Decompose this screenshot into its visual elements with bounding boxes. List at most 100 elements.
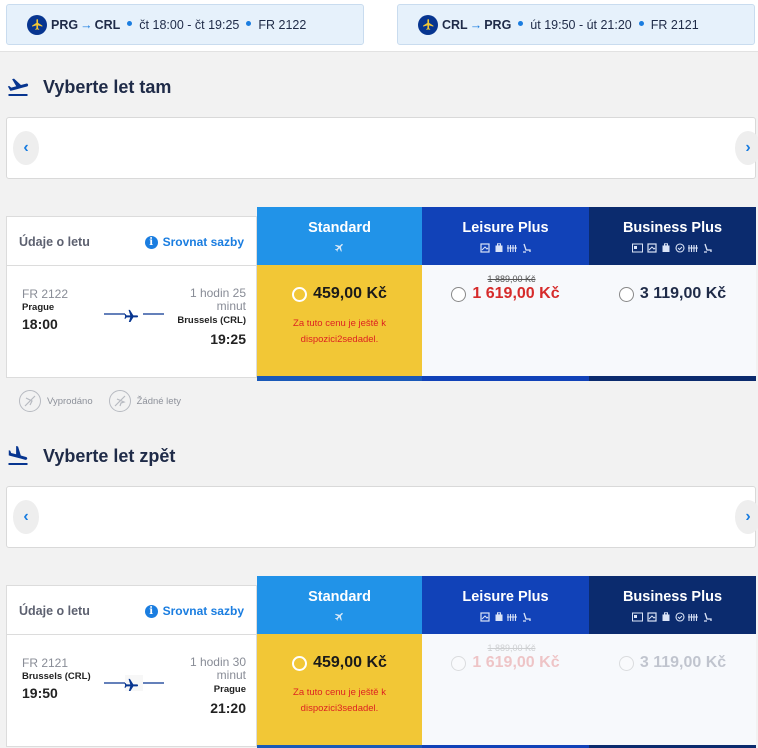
seat-selection-icon (646, 242, 657, 253)
outbound-summary-pill[interactable]: PRG → CRL čt 18:00 - čt 19:25 FR 2122 (6, 4, 364, 45)
destination-city: Prague (213, 684, 246, 695)
fare-standard[interactable]: Standard 459,00 Kč Za tuto cenu je ještě… (257, 576, 422, 748)
outbound-section-title: Vyberte let tam (6, 75, 171, 99)
fare-header: Leisure Plus (422, 207, 589, 265)
fare-name: Standard (308, 589, 371, 605)
departure-time: 18:00 (22, 316, 58, 332)
info-icon: i (144, 235, 158, 249)
flight-summary-bar: PRG → CRL čt 18:00 - čt 19:25 FR 2122 CRL →… (0, 0, 758, 52)
arrival-time: 21:20 (210, 700, 246, 716)
plane-icon (334, 242, 345, 253)
fare-business-plus[interactable]: Business Plus 3 119,00 Kč (589, 576, 756, 748)
fare-cell[interactable]: 3 119,00 Kč (589, 634, 756, 748)
fare-header: Standard (257, 576, 422, 634)
flight-number: FR 2122 (258, 17, 307, 32)
fare-leisure-plus[interactable]: Leisure Plus 1 889,00 Kč 1 619,00 Kč (422, 207, 589, 381)
fare-business-plus[interactable]: Business Plus 3 119,00 Kč (589, 207, 756, 381)
fare-radio[interactable] (618, 286, 634, 302)
origin-city: Brussels (CRL) (22, 671, 91, 682)
fare-name: Standard (308, 220, 371, 236)
fare-radio[interactable] (618, 655, 634, 671)
compare-fares-label: Srovnat sazby (162, 235, 244, 249)
fare-name: Business Plus (622, 589, 723, 605)
fare-price: 459,00 Kč (313, 654, 387, 671)
fare-price: 3 119,00 Kč (639, 285, 727, 302)
carousel-prev-button[interactable]: ‹ (13, 500, 39, 534)
fare-cell[interactable]: 1 889,00 Kč 1 619,00 Kč (422, 634, 589, 748)
checked-bag-icon (507, 242, 518, 253)
seat-selection-icon (479, 242, 490, 253)
fare-header: Standard (257, 207, 422, 265)
fare-standard[interactable]: Standard 459,00 Kč Za tuto cenu je ještě… (257, 207, 422, 381)
fare-cell[interactable]: 459,00 Kč Za tuto cenu je ještě k dispoz… (257, 265, 422, 381)
flight-number: FR 2121 (22, 656, 69, 670)
fare-name: Leisure Plus (462, 589, 549, 605)
destination-city: Brussels (CRL) (177, 315, 246, 326)
cabin-bag-icon (493, 242, 504, 253)
compare-fares-label: Srovnat sazby (162, 604, 244, 618)
fare-cell[interactable]: 3 119,00 Kč (589, 265, 756, 381)
flight-route-icon (104, 306, 164, 322)
no-flights-icon (108, 390, 131, 412)
flight-times: čt 18:00 - čt 19:25 (139, 17, 240, 32)
fare-radio[interactable] (451, 655, 467, 671)
fare-radio[interactable] (292, 655, 308, 671)
fare-price: 1 619,00 Kč (472, 285, 560, 302)
reserved-seat-icon (702, 242, 713, 253)
return-fare-table: Údaje o letu i Srovnat sazby FR 2121 Bru… (6, 576, 756, 748)
sold-out-icon (19, 390, 41, 412)
legend-sold-out: Vyprodáno (47, 395, 93, 407)
fare-name: Business Plus (622, 220, 723, 236)
compare-fares-link[interactable]: i Srovnat sazby (144, 235, 244, 249)
origin-code: CRL (442, 17, 468, 32)
flexible-ticket-icon (674, 242, 685, 253)
seat-selection-icon (646, 611, 657, 622)
departing-plane-icon (7, 78, 29, 96)
cabin-bag-icon (660, 611, 671, 622)
arrow-right-icon: → (80, 17, 93, 32)
carousel-next-button[interactable]: › (735, 131, 758, 165)
separator-dot (127, 21, 133, 26)
fare-radio[interactable] (292, 286, 308, 302)
return-date-carousel: ‹ › (6, 486, 758, 548)
arrow-right-icon: → (469, 17, 483, 32)
checked-bag-icon (507, 611, 518, 622)
fast-track-icon (632, 242, 643, 253)
original-price: 1 889,00 Kč (487, 274, 536, 284)
fast-track-icon (632, 611, 643, 622)
reserved-seat-icon (521, 242, 532, 253)
plane-icon (27, 14, 47, 35)
arriving-plane-icon (8, 446, 28, 465)
fare-cell[interactable]: 459,00 Kč Za tuto cenu je ještě k dispoz… (257, 634, 422, 748)
fare-header: Business Plus (589, 576, 756, 634)
info-icon: i (144, 604, 158, 618)
fare-header: Business Plus (589, 207, 756, 265)
separator-dot (518, 21, 524, 26)
return-summary-pill[interactable]: CRL → PRG út 19:50 - út 21:20 FR 2121 (397, 4, 755, 45)
legend-no-flights: Žádné lety (136, 395, 181, 407)
original-price: 1 889,00 Kč (487, 643, 536, 653)
carousel-next-button[interactable]: › (735, 500, 758, 534)
separator-dot (246, 21, 252, 26)
departure-time: 19:50 (22, 685, 58, 701)
seats-left-note: Za tuto cenu je ještě k dispozici2sedade… (293, 318, 386, 345)
cabin-bag-icon (493, 611, 504, 622)
fare-price: 459,00 Kč (313, 285, 387, 302)
outbound-fare-table: Údaje o letu i Srovnat sazby FR 2122 Pra… (6, 207, 756, 381)
reserved-seat-icon (702, 611, 713, 622)
fare-radio[interactable] (451, 286, 467, 302)
checked-bag-icon (688, 242, 699, 253)
plane-icon (334, 611, 345, 622)
return-section-title: Vyberte let zpět (6, 444, 175, 468)
section-heading: Vyberte let zpět (43, 445, 176, 466)
fare-leisure-plus[interactable]: Leisure Plus 1 889,00 Kč 1 619,00 Kč (422, 576, 589, 748)
plane-icon (418, 14, 438, 35)
fare-header: Leisure Plus (422, 576, 589, 634)
carousel-prev-button[interactable]: ‹ (13, 131, 39, 165)
flight-duration: 1 hodin 25 minut (189, 286, 246, 313)
compare-fares-link[interactable]: i Srovnat sazby (144, 604, 244, 618)
fare-price: 1 619,00 Kč (472, 654, 560, 671)
flight-duration: 1 hodin 30 minut (189, 655, 246, 682)
destination-code: CRL (94, 17, 121, 32)
fare-cell[interactable]: 1 889,00 Kč 1 619,00 Kč (422, 265, 589, 381)
